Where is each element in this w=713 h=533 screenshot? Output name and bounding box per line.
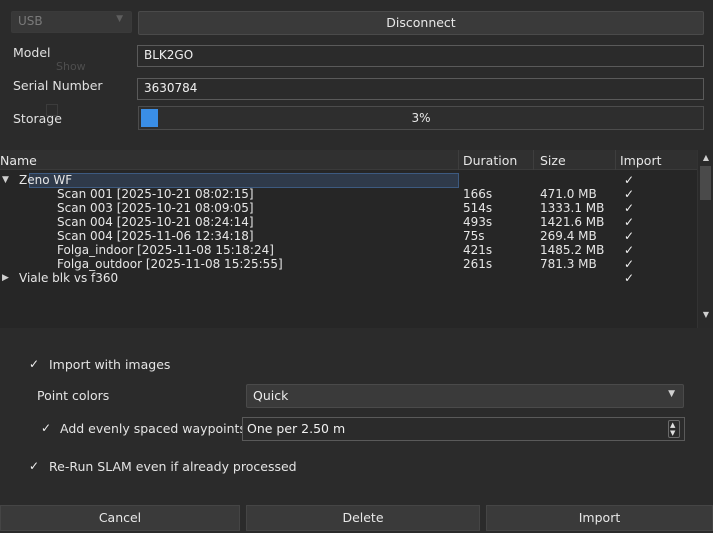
point-colors-value: Quick	[253, 388, 289, 403]
import-button[interactable]: Import	[486, 505, 713, 531]
column-separator	[458, 150, 459, 170]
serial-number-field: 3630784	[137, 78, 704, 100]
row-duration: 493s	[463, 215, 493, 229]
waypoints-checkbox[interactable]: ✓	[41, 421, 51, 435]
column-duration-header[interactable]: Duration	[463, 153, 517, 168]
row-import-check[interactable]: ✓	[624, 187, 634, 201]
row-duration: 75s	[463, 229, 485, 243]
tree-scrollbar[interactable]: ▲ ▼	[697, 150, 713, 328]
point-colors-select[interactable]: Quick ▼	[246, 384, 684, 408]
storage-progress-bar: 3%	[138, 106, 704, 130]
connection-port-select[interactable]: USB ▼	[11, 11, 132, 33]
caret-down-icon[interactable]: ▼	[2, 173, 9, 187]
row-import-check[interactable]: ✓	[624, 243, 634, 257]
row-name: Viale blk vs f360	[19, 271, 119, 285]
tree-group-row[interactable]: ▶ Viale blk vs f360 ✓	[0, 271, 697, 285]
disconnect-button[interactable]: Disconnect	[138, 11, 704, 35]
serial-number-label: Serial Number	[13, 78, 103, 93]
row-name: Scan 004 [2025-10-21 08:24:14]	[57, 215, 254, 229]
spin-buttons[interactable]: ▲ ▼	[668, 420, 680, 438]
spin-up-icon[interactable]: ▲	[670, 421, 675, 429]
ghost-show-label: Show	[56, 60, 86, 73]
row-duration: 514s	[463, 201, 493, 215]
tree-item-row[interactable]: Folga_outdoor [2025-11-08 15:25:55] 261s 7…	[0, 257, 697, 271]
row-import-check[interactable]: ✓	[624, 257, 634, 271]
row-size: 781.3 MB	[540, 257, 597, 271]
row-import-check[interactable]: ✓	[624, 229, 634, 243]
tree-item-row[interactable]: Scan 003 [2025-10-21 08:09:05] 514s 1333.1…	[0, 201, 697, 215]
rerun-slam-checkbox[interactable]: ✓	[29, 459, 39, 473]
scroll-down-icon[interactable]: ▼	[701, 310, 711, 320]
chevron-down-icon: ▼	[116, 14, 123, 24]
row-name: Folga_indoor [2025-11-08 15:18:24]	[57, 243, 274, 257]
model-field: BLK2GO	[137, 45, 704, 67]
tree-item-row[interactable]: Scan 004 [2025-10-21 08:24:14] 493s 1421.6…	[0, 215, 697, 229]
row-size: 1485.2 MB	[540, 243, 605, 257]
tree-header: Name Duration Size Import	[0, 150, 697, 170]
row-size: 471.0 MB	[540, 187, 597, 201]
row-duration: 166s	[463, 187, 493, 201]
column-import-header[interactable]: Import	[620, 153, 662, 168]
row-name: Zeno WF	[19, 173, 73, 187]
column-separator	[615, 150, 616, 170]
tree-item-row[interactable]: Folga_indoor [2025-11-08 15:18:24] 421s 14…	[0, 243, 697, 257]
waypoints-value: One per 2.50 m	[247, 421, 346, 436]
tree-group-row[interactable]: ▼ Zeno WF ✓	[0, 173, 697, 188]
row-size: 1421.6 MB	[540, 215, 605, 229]
row-name: Scan 001 [2025-10-21 08:02:15]	[57, 187, 254, 201]
row-size: 1333.1 MB	[540, 201, 605, 215]
row-import-check[interactable]: ✓	[624, 201, 634, 215]
row-selection-highlight	[29, 173, 459, 188]
waypoints-label: Add evenly spaced waypoints	[60, 421, 246, 436]
delete-button[interactable]: Delete	[246, 505, 480, 531]
row-duration: 421s	[463, 243, 493, 257]
connection-port-value: USB	[18, 14, 43, 28]
waypoints-spinbox[interactable]: One per 2.50 m ▲ ▼	[242, 417, 685, 441]
row-duration: 261s	[463, 257, 493, 271]
chevron-down-icon: ▼	[668, 389, 675, 399]
column-name-header[interactable]: Name	[0, 153, 37, 168]
spin-down-icon[interactable]: ▼	[670, 429, 675, 437]
scrollbar-thumb[interactable]	[700, 166, 711, 200]
row-size: 269.4 MB	[540, 229, 597, 243]
row-name: Scan 003 [2025-10-21 08:09:05]	[57, 201, 254, 215]
column-separator	[533, 150, 534, 170]
column-size-header[interactable]: Size	[540, 153, 566, 168]
import-images-checkbox[interactable]: ✓	[29, 357, 39, 371]
tree-item-row[interactable]: Scan 004 [2025-11-06 12:34:18] 75s 269.4 M…	[0, 229, 697, 243]
rerun-slam-label: Re-Run SLAM even if already processed	[49, 459, 297, 474]
model-label: Model	[13, 45, 51, 60]
row-import-check[interactable]: ✓	[624, 271, 634, 285]
row-name: Folga_outdoor [2025-11-08 15:25:55]	[57, 257, 283, 271]
row-name: Scan 004 [2025-11-06 12:34:18]	[57, 229, 254, 243]
options-panel	[0, 328, 713, 503]
tree-item-row[interactable]: Scan 001 [2025-10-21 08:02:15] 166s 471.0 …	[0, 187, 697, 201]
storage-progress-text: 3%	[411, 111, 431, 125]
scan-tree[interactable]: Name Duration Size Import ▼ Zeno WF ✓ Scan …	[0, 150, 713, 328]
row-import-check[interactable]: ✓	[624, 215, 634, 229]
row-import-check[interactable]: ✓	[624, 173, 634, 187]
cancel-button[interactable]: Cancel	[0, 505, 240, 531]
point-colors-label: Point colors	[37, 388, 110, 403]
storage-label: Storage	[13, 111, 62, 126]
caret-right-icon[interactable]: ▶	[2, 271, 9, 285]
import-images-label: Import with images	[49, 357, 171, 372]
scroll-up-icon[interactable]: ▲	[701, 153, 711, 163]
